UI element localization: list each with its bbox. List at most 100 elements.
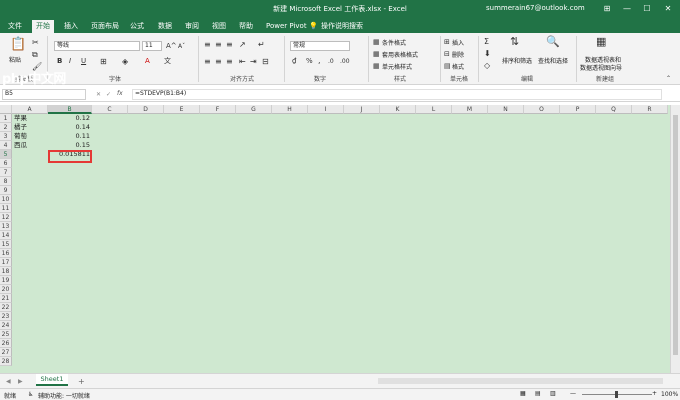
user-account[interactable]: summerain67@outlook.com [486, 4, 585, 12]
row-header-15[interactable]: 15 [0, 240, 12, 249]
orientation-icon[interactable]: ↗ [239, 40, 246, 49]
enter-icon[interactable]: ✓ [106, 91, 111, 98]
bold-button[interactable]: B [57, 57, 62, 66]
tab-file[interactable]: 文件 [4, 20, 26, 33]
row-header-7[interactable]: 7 [0, 168, 12, 177]
collapse-ribbon-icon[interactable]: ⌃ [666, 74, 671, 83]
cancel-icon[interactable]: ✕ [96, 91, 101, 98]
indent-icon[interactable]: ⇤ [239, 57, 246, 66]
minimize-button[interactable]: — [618, 2, 636, 15]
row-header-11[interactable]: 11 [0, 204, 12, 213]
row-header-9[interactable]: 9 [0, 186, 12, 195]
row-header-21[interactable]: 21 [0, 294, 12, 303]
column-header-j[interactable]: J [344, 105, 380, 114]
column-header-a[interactable]: A [12, 105, 48, 114]
paste-button-label[interactable]: 粘贴 [9, 55, 21, 64]
tab-formulas[interactable]: 公式 [126, 20, 148, 33]
increase-decimal-icon[interactable]: .0 [328, 57, 334, 66]
next-sheet-icon[interactable]: ▶ [18, 378, 23, 385]
percent-button[interactable]: % [306, 57, 313, 66]
cell-a3[interactable]: 葡萄 [14, 132, 27, 141]
worksheet-grid[interactable]: ABCDEFGHIJKLMNOPQR 1 2 3 4 5 6 7 8 9 10 11 12 13 14 15… [0, 105, 670, 373]
align-top-icon[interactable]: ≡ [204, 40, 211, 49]
column-header-p[interactable]: P [560, 105, 596, 114]
delete-cells-button[interactable]: 删除 [452, 50, 464, 59]
zoom-out-button[interactable]: — [570, 390, 576, 397]
font-name-select[interactable]: 等线 [54, 41, 140, 51]
cell-a2[interactable]: 橘子 [14, 123, 27, 132]
row-header-10[interactable]: 10 [0, 195, 12, 204]
name-box[interactable]: B5 [2, 89, 86, 100]
tab-help[interactable]: 帮助 [235, 20, 257, 33]
format-as-table-button[interactable]: 套用表格格式 [382, 50, 418, 59]
row-header-22[interactable]: 22 [0, 303, 12, 312]
cell-a4[interactable]: 西瓜 [14, 141, 27, 150]
ribbon-display-icon[interactable]: ⊞ [598, 2, 616, 15]
column-header-m[interactable]: M [452, 105, 488, 114]
row-header-23[interactable]: 23 [0, 312, 12, 321]
column-header-n[interactable]: N [488, 105, 524, 114]
conditional-format-button[interactable]: 条件格式 [382, 38, 406, 47]
column-header-c[interactable]: C [92, 105, 128, 114]
align-center-icon[interactable]: ≡ [215, 57, 222, 66]
sheet-tab-sheet1[interactable]: Sheet1 [36, 374, 68, 386]
column-header-d[interactable]: D [128, 105, 164, 114]
wrap-text-icon[interactable]: ↵ [258, 40, 265, 49]
row-header-12[interactable]: 12 [0, 213, 12, 222]
insert-cells-button[interactable]: 插入 [452, 38, 464, 47]
column-header-i[interactable]: I [308, 105, 344, 114]
select-all-corner[interactable] [0, 105, 12, 114]
number-format-select[interactable]: 常规 [290, 41, 350, 51]
cell-b2[interactable]: 0.14 [48, 123, 90, 132]
tab-power-pivot[interactable]: Power Pivot [262, 20, 311, 33]
copy-icon[interactable]: ⧉ [32, 50, 38, 59]
align-right-icon[interactable]: ≡ [226, 57, 233, 66]
underline-button[interactable]: U [81, 57, 86, 66]
merge-center-icon[interactable]: ⊟ [262, 57, 269, 66]
column-header-b[interactable]: B [48, 105, 92, 114]
fill-icon[interactable]: ⬇ [484, 49, 491, 58]
zoom-level[interactable]: 100% [661, 391, 678, 398]
outdent-icon[interactable]: ⇥ [250, 57, 257, 66]
autosum-icon[interactable]: Σ [484, 37, 489, 46]
paste-icon[interactable]: 📋 [10, 37, 26, 53]
row-header-24[interactable]: 24 [0, 321, 12, 330]
italic-button[interactable]: I [69, 57, 71, 66]
row-header-25[interactable]: 25 [0, 330, 12, 339]
fill-color-icon[interactable]: ◈ [122, 57, 128, 66]
column-header-e[interactable]: E [164, 105, 200, 114]
grow-font-icon[interactable]: A^ [166, 42, 177, 51]
align-bottom-icon[interactable]: ≡ [226, 40, 233, 49]
row-header-1[interactable]: 1 [0, 114, 12, 123]
scroll-thumb[interactable] [673, 115, 678, 355]
font-color-icon[interactable]: A [145, 57, 150, 66]
row-header-2[interactable]: 2 [0, 123, 12, 132]
cut-icon[interactable]: ✂ [32, 38, 39, 47]
row-header-28[interactable]: 28 [0, 357, 12, 366]
row-header-19[interactable]: 19 [0, 276, 12, 285]
currency-icon[interactable]: ₫ [292, 57, 296, 66]
cell-b4[interactable]: 0.15 [48, 141, 90, 150]
column-header-r[interactable]: R [632, 105, 668, 114]
formula-input[interactable]: =STDEVP(B1:B4) [132, 89, 662, 100]
cell-b3[interactable]: 0.11 [48, 132, 90, 141]
column-header-k[interactable]: K [380, 105, 416, 114]
tell-me-search[interactable]: 操作说明搜索 [317, 20, 367, 33]
row-header-16[interactable]: 16 [0, 249, 12, 258]
status-accessibility[interactable]: 辅助功能: 一切就绪 [38, 391, 90, 400]
column-header-g[interactable]: G [236, 105, 272, 114]
zoom-slider-thumb[interactable] [615, 391, 618, 398]
tab-data[interactable]: 数据 [154, 20, 176, 33]
zoom-in-button[interactable]: + [652, 390, 657, 397]
row-header-8[interactable]: 8 [0, 177, 12, 186]
column-header-o[interactable]: O [524, 105, 560, 114]
insert-function-icon[interactable]: fx [117, 90, 123, 97]
tab-review[interactable]: 审阅 [181, 20, 203, 33]
pivot-wizard-line2[interactable]: 数据透视图向导 [580, 63, 622, 72]
sort-filter-button[interactable]: 排序和筛选 [502, 56, 532, 65]
align-middle-icon[interactable]: ≡ [215, 40, 222, 49]
font-size-select[interactable]: 11 [142, 41, 162, 51]
add-sheet-button[interactable]: + [78, 377, 85, 386]
row-header-17[interactable]: 17 [0, 258, 12, 267]
row-header-18[interactable]: 18 [0, 267, 12, 276]
